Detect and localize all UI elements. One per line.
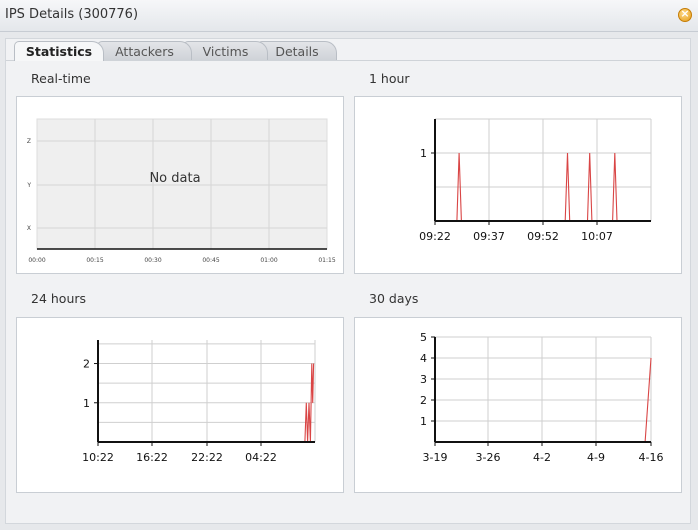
no-data-message: No data [149, 171, 200, 186]
chart-1-hour-svg: 1 09:22 09:37 09:52 10:07 [419, 118, 652, 243]
label-1-hour: 1 hour [369, 71, 410, 86]
label-24-hours: 24 hours [31, 291, 87, 306]
x-tick-label: 10:22 [82, 451, 114, 464]
x-tick-label: 4-16 [639, 451, 664, 464]
label-30-days: 30 days [369, 291, 419, 306]
x-tick-label: 00:30 [144, 257, 161, 264]
window-titlebar: IPS Details (300776) × [0, 0, 698, 32]
x-tick-label: 00:00 [28, 257, 45, 264]
tab-attackers[interactable]: Attackers [97, 41, 192, 60]
label-realtime: Real-time [31, 71, 91, 86]
chart-realtime: 00:00 00:15 00:30 00:45 01:00 01:15 X Y Z No data [16, 96, 344, 274]
details-panel: Details Victims Attackers Statistics Rea… [5, 38, 691, 524]
x-tick-label: 3-19 [423, 451, 448, 464]
x-tick-label: 00:15 [86, 257, 103, 264]
y-tick-label: 3 [420, 373, 427, 386]
y-tick-label: 2 [83, 358, 90, 371]
x-tick-label: 01:15 [318, 257, 335, 264]
y-tick-label: 2 [420, 394, 427, 407]
y-tick-label: 1 [420, 415, 427, 428]
y-tick-label: Y [26, 182, 31, 189]
tab-statistics[interactable]: Statistics [14, 41, 104, 61]
x-tick-label: 09:37 [473, 230, 505, 243]
x-tick-label: 3-26 [476, 451, 501, 464]
close-icon: × [680, 7, 690, 20]
x-tick-label: 00:45 [202, 257, 219, 264]
x-tick-label: 09:52 [527, 230, 559, 243]
chart-1-hour: 1 09:22 09:37 09:52 10:07 [354, 96, 682, 274]
x-tick-label: 4-9 [587, 451, 605, 464]
y-tick-label: 1 [420, 147, 427, 160]
y-tick-label: 5 [420, 331, 427, 344]
x-tick-label: 04:22 [245, 451, 277, 464]
y-tick-label: Z [27, 138, 31, 145]
y-tick-label: 4 [420, 352, 427, 365]
window-title: IPS Details (300776) [5, 7, 139, 22]
chart-30-days: 1 2 3 4 5 3-19 3-26 4-2 4-9 4-16 [354, 317, 682, 493]
chart-24-hours: 1 2 10:22 16:22 22:22 04:22 [16, 317, 344, 493]
y-tick-label: X [27, 225, 31, 232]
tab-divider [6, 60, 690, 61]
x-tick-label: 22:22 [191, 451, 223, 464]
x-tick-label: 01:00 [260, 257, 277, 264]
x-tick-label: 10:07 [581, 230, 613, 243]
tab-details[interactable]: Details [257, 41, 337, 60]
x-tick-label: 4-2 [533, 451, 551, 464]
x-tick-label: 09:22 [419, 230, 451, 243]
chart-24-hours-svg: 1 2 10:22 16:22 22:22 04:22 [82, 340, 316, 464]
x-tick-label: 16:22 [136, 451, 168, 464]
y-tick-label: 1 [83, 397, 90, 410]
chart-realtime-svg: 00:00 00:15 00:30 00:45 01:00 01:15 X Y Z No data [26, 118, 336, 264]
tab-victims[interactable]: Victims [183, 41, 268, 60]
close-button[interactable]: × [678, 7, 692, 22]
chart-30-days-svg: 1 2 3 4 5 3-19 3-26 4-2 4-9 4-16 [420, 331, 664, 464]
